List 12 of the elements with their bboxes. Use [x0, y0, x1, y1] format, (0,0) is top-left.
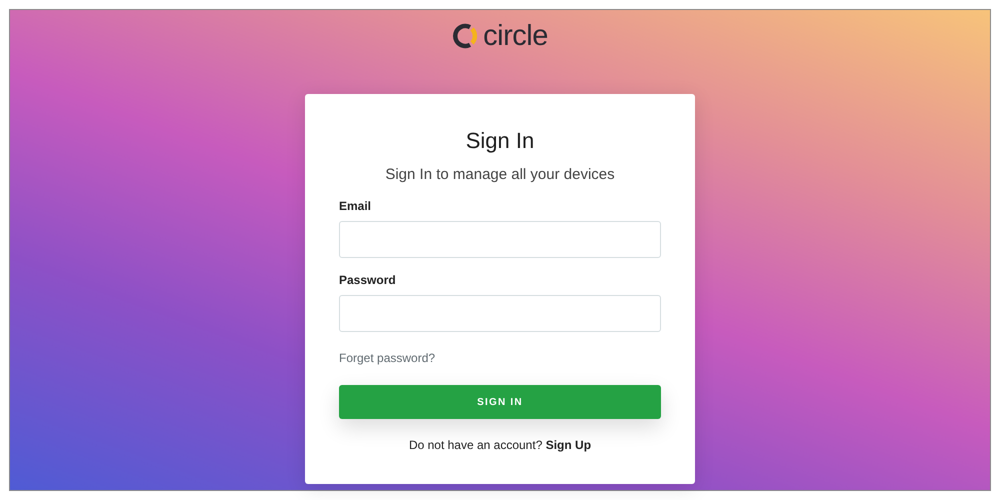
forgot-password-link[interactable]: Forget password? [339, 351, 436, 365]
ring-logo-icon [452, 23, 478, 49]
field-label: Password [339, 273, 397, 287]
sign-in-button[interactable]: SIGN IN [339, 385, 661, 419]
card-subtitle: Sign In to manage all your devices [384, 166, 616, 183]
input-field[interactable] [339, 221, 661, 258]
input-field[interactable] [339, 295, 661, 332]
signup-prompt: Do not have an account? Sign Up [408, 438, 592, 452]
logo-text: circle [483, 22, 548, 50]
field-label: Email [339, 199, 372, 213]
sign-up-link[interactable]: Sign Up [546, 438, 592, 452]
card-title: Sign In [464, 128, 536, 154]
